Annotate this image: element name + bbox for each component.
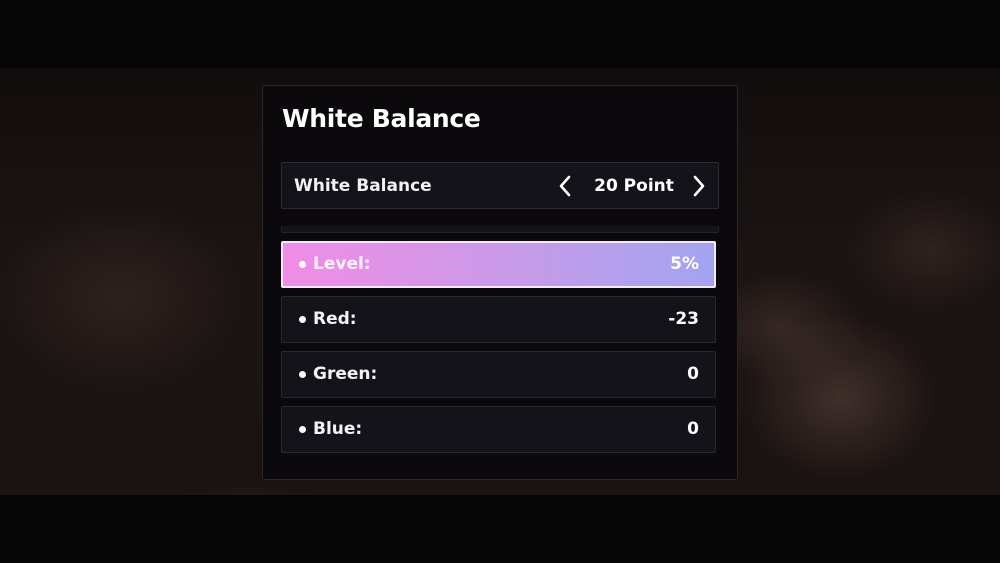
setting-label: Blue: [313, 419, 363, 439]
letterbox-bottom-bar [0, 495, 1000, 563]
panel-title: White Balance [282, 104, 481, 133]
setting-value: 0 [687, 419, 699, 439]
white-balance-mode-selector[interactable]: White Balance 20 Point [281, 162, 719, 209]
setting-value: 5% [670, 254, 699, 274]
selector-value: 20 Point [594, 176, 674, 196]
setting-row-red[interactable]: Red: -23 [281, 296, 716, 343]
setting-value: 0 [687, 364, 699, 384]
bullet-icon [299, 426, 306, 433]
tv-screen: White Balance White Balance 20 Point Lev… [0, 0, 1000, 563]
chevron-left-icon[interactable] [554, 173, 578, 199]
selector-label: White Balance [294, 176, 432, 196]
bullet-icon [299, 261, 306, 268]
setting-label: Level: [313, 254, 371, 274]
letterbox-top-bar [0, 0, 1000, 68]
chevron-right-icon[interactable] [686, 173, 710, 199]
setting-row-blue[interactable]: Blue: 0 [281, 406, 716, 453]
white-balance-panel: White Balance White Balance 20 Point Lev… [262, 85, 738, 480]
bullet-icon [299, 371, 306, 378]
setting-row-level[interactable]: Level: 5% [281, 241, 716, 288]
setting-label: Green: [313, 364, 378, 384]
setting-value: -23 [668, 309, 699, 329]
list-scroll-divider [281, 226, 719, 233]
setting-label: Red: [313, 309, 357, 329]
setting-row-green[interactable]: Green: 0 [281, 351, 716, 398]
bullet-icon [299, 316, 306, 323]
